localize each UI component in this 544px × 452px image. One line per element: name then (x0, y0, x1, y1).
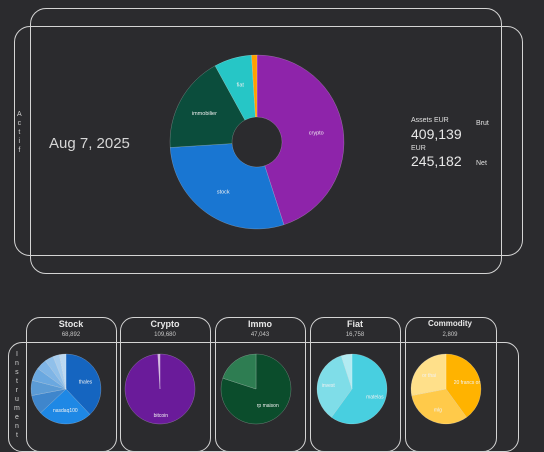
stock-slice-label: nasdaq100 (53, 408, 78, 414)
commodity-slice-label: 20 francs or (454, 380, 481, 386)
instrument-pies: thales nasdaq100 bitcoin rp maison matelas in… (30, 353, 482, 425)
commodity-slice-label: or thai (422, 373, 436, 379)
fiat-slice-label: invest (322, 383, 336, 389)
fiat-slice-label: matelas (366, 394, 384, 400)
commodity-slice-label: mlg (434, 407, 442, 413)
crypto-slice-label: bitcoin (154, 413, 169, 419)
stock-slice-label: thales (79, 379, 93, 385)
immo-slice-label: rp maison (257, 403, 279, 409)
